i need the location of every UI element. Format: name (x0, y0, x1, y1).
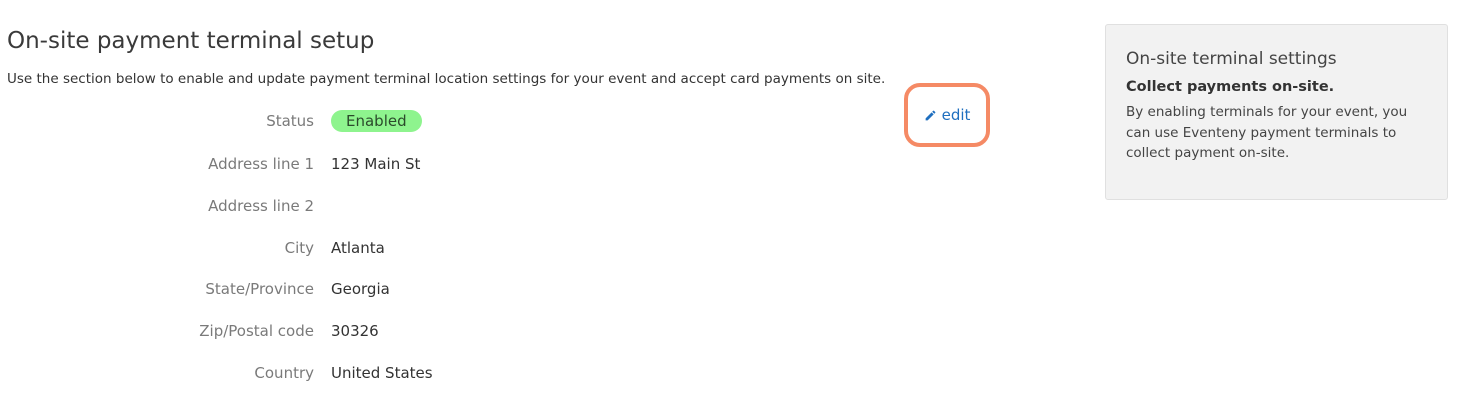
address2-label: Address line 2 (208, 197, 314, 215)
status-badge: Enabled (331, 110, 422, 132)
address1-value: 123 Main St (331, 155, 421, 173)
state-row: State/Province Georgia (7, 277, 707, 301)
page: On-site payment terminal setup Use the s… (0, 0, 1472, 417)
country-row: Country United States (7, 361, 707, 385)
edit-button[interactable]: edit (924, 106, 971, 124)
terminal-settings-panel: On-site terminal settings Collect paymen… (1105, 24, 1448, 200)
edit-label: edit (941, 106, 971, 124)
edit-highlight: edit (904, 83, 990, 147)
country-label: Country (254, 364, 314, 382)
page-description: Use the section below to enable and upda… (7, 71, 886, 87)
sidebar-title: On-site terminal settings (1126, 49, 1337, 69)
city-row: City Atlanta (7, 236, 707, 260)
address2-row: Address line 2 (7, 194, 707, 218)
city-label: City (284, 239, 314, 257)
city-value: Atlanta (331, 239, 385, 257)
zip-label: Zip/Postal code (199, 322, 314, 340)
main-content: On-site payment terminal setup Use the s… (7, 24, 1007, 382)
address1-label: Address line 1 (208, 155, 314, 173)
sidebar-subtitle: Collect payments on-site. (1126, 79, 1335, 95)
status-label: Status (266, 112, 314, 130)
pencil-icon (925, 110, 935, 120)
zip-value: 30326 (331, 322, 379, 340)
page-title: On-site payment terminal setup (7, 28, 375, 54)
sidebar-text: By enabling terminals for your event, yo… (1126, 104, 1408, 161)
country-value: United States (331, 364, 433, 382)
address1-row: Address line 1 123 Main St (7, 152, 707, 176)
zip-row: Zip/Postal code 30326 (7, 319, 707, 343)
status-row: Status Enabled (7, 109, 707, 133)
state-label: State/Province (205, 280, 314, 298)
state-value: Georgia (331, 280, 390, 298)
